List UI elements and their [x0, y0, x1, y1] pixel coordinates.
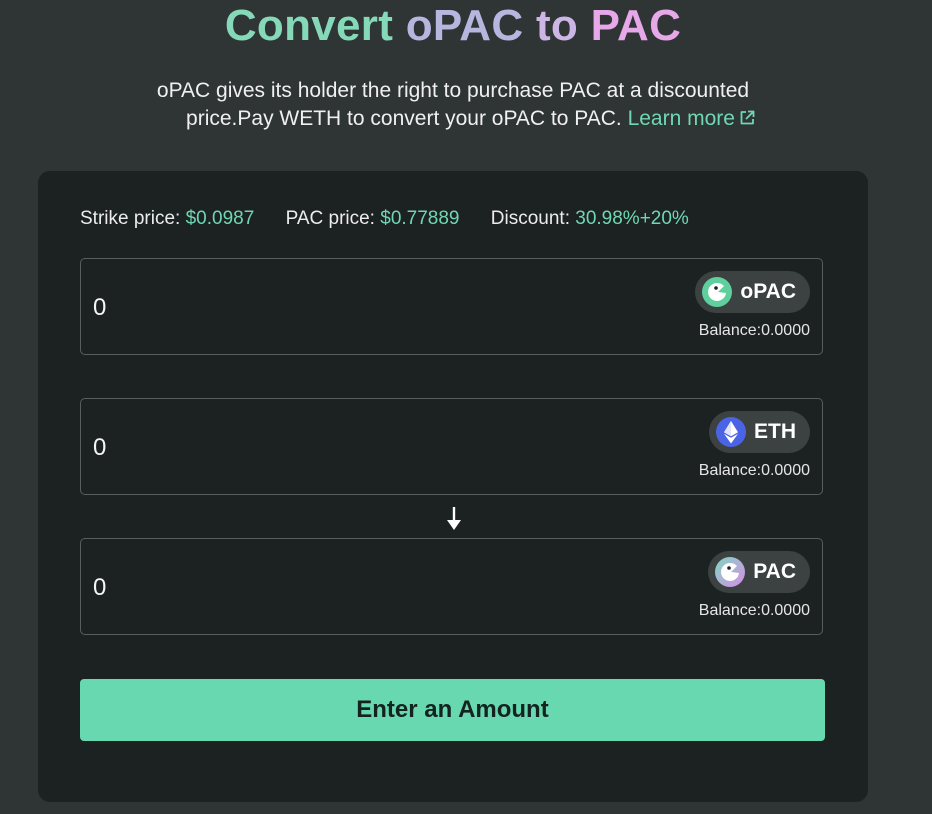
title-word-opac: oPAC [405, 1, 524, 50]
external-link-icon [740, 110, 755, 125]
discount-label: Discount: [490, 208, 570, 229]
pac-amount-field: PAC Balance:0.0000 [80, 538, 823, 635]
eth-balance: Balance:0.0000 [698, 462, 810, 479]
pac-price-label: PAC price: [285, 208, 375, 229]
opac-token-label: oPAC [740, 280, 796, 303]
opac-balance: Balance:0.0000 [698, 322, 810, 339]
arrow-down-icon [447, 507, 461, 530]
title-word-convert: Convert [224, 1, 394, 50]
pac-token-icon [715, 557, 746, 587]
learn-more-link[interactable]: Learn more [628, 107, 756, 130]
convert-card: Strike price: $0.0987 PAC price: $0.7788… [38, 171, 868, 802]
opac-token-selector[interactable]: oPAC [695, 271, 810, 313]
pac-amount-input[interactable] [93, 573, 653, 603]
pac-balance: Balance:0.0000 [698, 602, 810, 619]
pac-price-value: $0.77889 [380, 208, 460, 229]
eth-token-label: ETH [754, 420, 796, 443]
price-stats: Strike price: $0.0987 PAC price: $0.7788… [80, 207, 715, 231]
opac-amount-input[interactable] [93, 293, 653, 323]
learn-more-label: Learn more [627, 107, 735, 130]
pac-token-label: PAC [753, 560, 796, 583]
strike-price-label: Strike price: [80, 208, 181, 229]
eth-amount-field: ETH Balance:0.0000 [80, 398, 823, 495]
enter-amount-button[interactable]: Enter an Amount [80, 679, 825, 741]
strike-price: Strike price: $0.0987 [80, 208, 254, 229]
discount-value: 30.98%+20% [575, 208, 689, 229]
title-word-pac: PAC [590, 1, 682, 50]
opac-token-icon [702, 277, 733, 307]
description-line-2: price.Pay WETH to convert your oPAC to P… [0, 105, 906, 133]
eth-token-icon [716, 417, 746, 447]
eth-token-selector[interactable]: ETH [709, 411, 810, 453]
description-line-1: oPAC gives its holder the right to purch… [156, 79, 750, 102]
description-line-2-text: price.Pay WETH to convert your oPAC to P… [186, 107, 622, 130]
pac-token-selector[interactable]: PAC [708, 551, 810, 593]
strike-price-value: $0.0987 [185, 208, 255, 229]
discount: Discount: 30.98%+20% [491, 208, 689, 229]
page-description: oPAC gives its holder the right to purch… [0, 77, 906, 133]
pac-price: PAC price: $0.77889 [286, 208, 460, 229]
eth-amount-input[interactable] [93, 433, 653, 463]
title-word-to: to [535, 1, 579, 50]
opac-amount-field: oPAC Balance:0.0000 [80, 258, 823, 355]
page-title: Convert oPAC to PAC [0, 0, 906, 52]
